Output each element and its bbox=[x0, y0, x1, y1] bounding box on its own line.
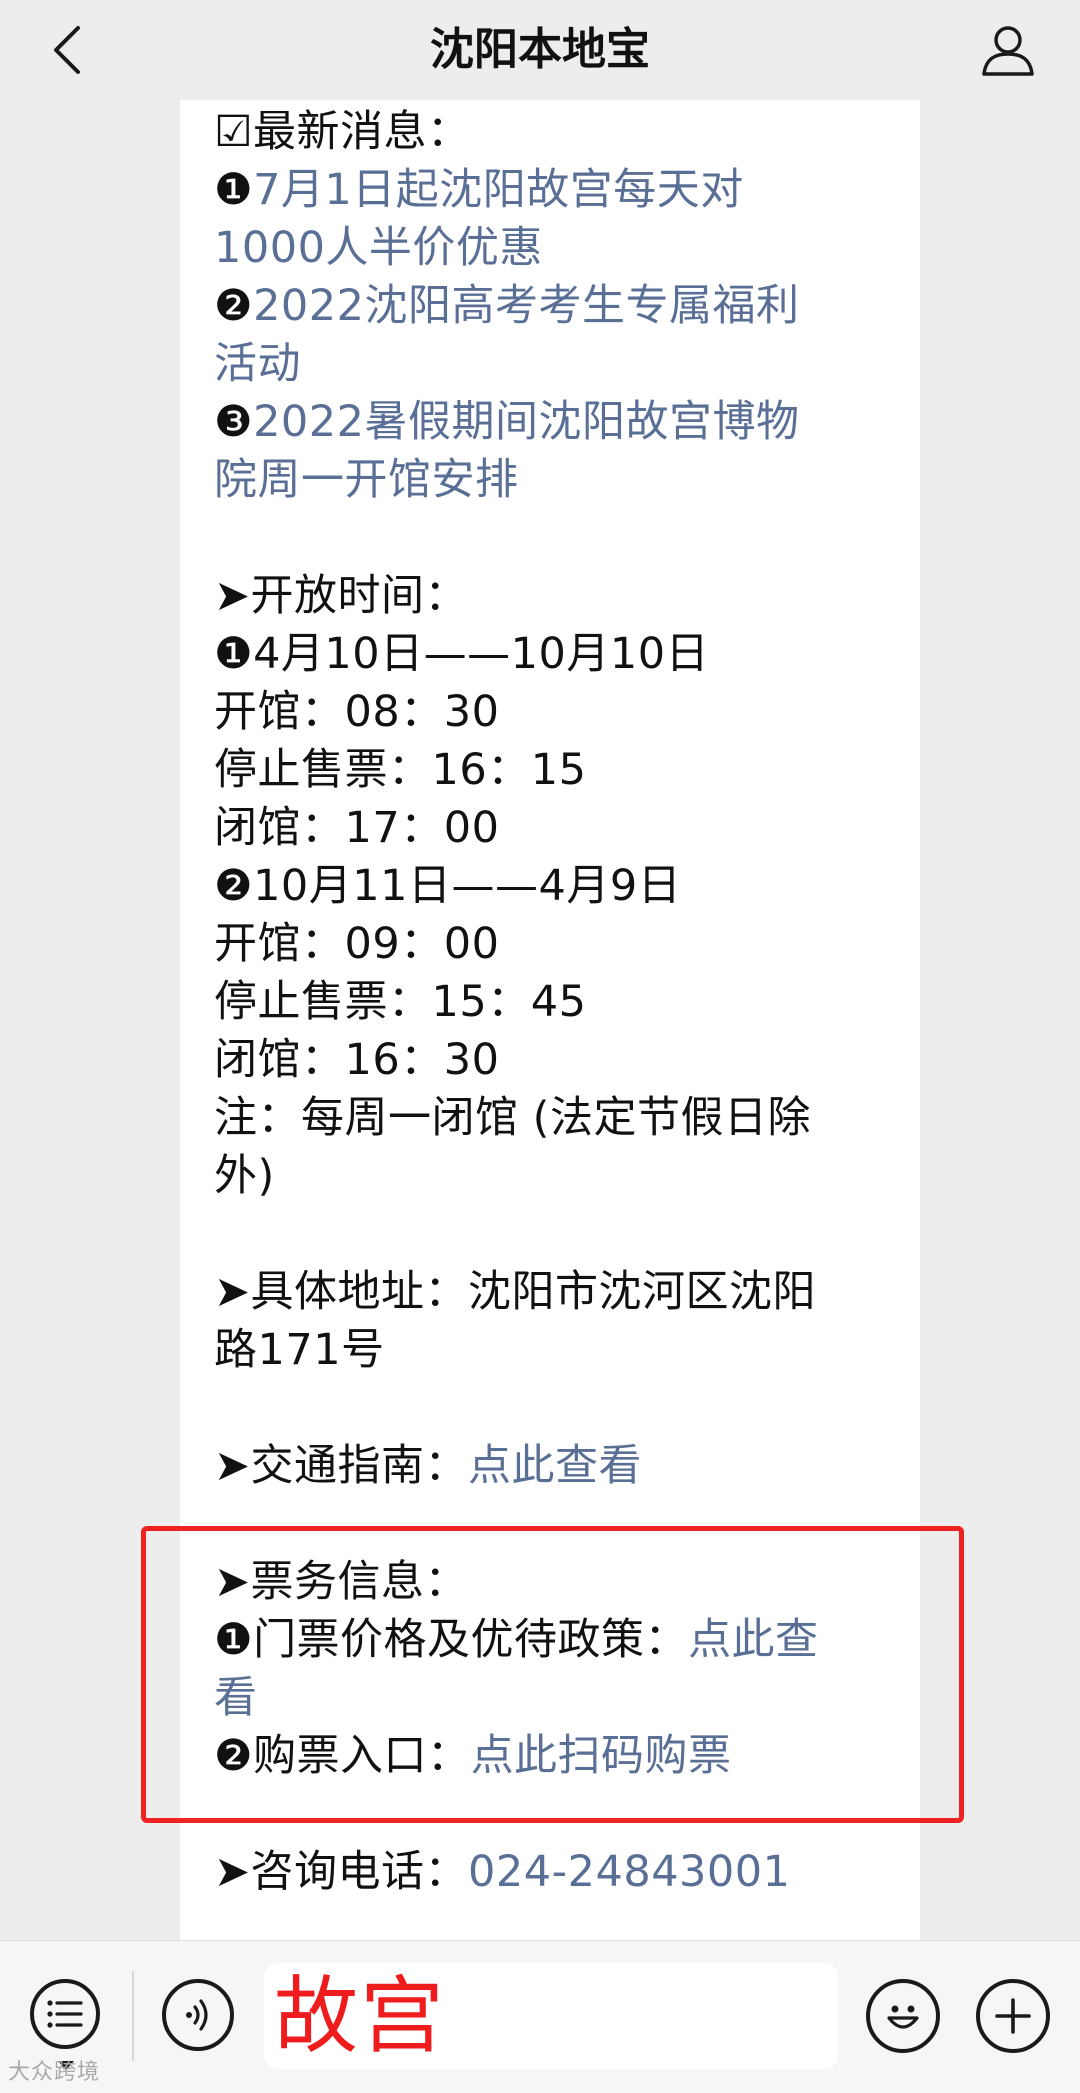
message-input[interactable]: 故宫 bbox=[264, 1963, 838, 2069]
season-1-range: ❶4月10日——10月10日 bbox=[214, 625, 914, 683]
traffic-line: ➤交通指南：点此查看 bbox=[214, 1437, 914, 1495]
season-2-range: ❷10月11日——4月9日 bbox=[214, 857, 914, 915]
smiley-icon bbox=[887, 2005, 919, 2029]
phone-link[interactable]: 024-24843001 bbox=[468, 1847, 790, 1897]
news-item-1[interactable]: ❶7月1日起沈阳故宫每天对 bbox=[214, 161, 914, 219]
news-item-marker: ❸ bbox=[214, 397, 254, 447]
traffic-label: ➤交通指南： bbox=[214, 1441, 469, 1491]
news-item-link-cont[interactable]: 院周一开馆安排 bbox=[214, 451, 914, 509]
season-1-close: 闭馆：17：00 bbox=[214, 803, 500, 853]
address-line-cont: 路171号 bbox=[214, 1325, 385, 1375]
traffic-link[interactable]: 点此查看 bbox=[468, 1441, 642, 1491]
season-2-stop-sale: 停止售票：15：45 bbox=[214, 977, 587, 1027]
news-item-link[interactable]: 2022沈阳高考考生专属福利 bbox=[253, 281, 799, 331]
person-icon bbox=[982, 26, 1034, 76]
message-input-value: 故宫 bbox=[274, 1967, 447, 2065]
hours-note: 注：每周一闭馆 (法定节假日除 bbox=[214, 1093, 811, 1143]
hours-heading: ➤开放时间： bbox=[214, 571, 469, 621]
profile-button[interactable] bbox=[972, 14, 1044, 86]
phone-line: ➤咨询电话：024-24843001 bbox=[214, 1843, 914, 1901]
news-item-marker: ❶ bbox=[214, 165, 254, 215]
season-1-open: 开馆：08：30 bbox=[214, 687, 500, 737]
season-marker: ❶ bbox=[214, 629, 254, 679]
voice-icon bbox=[186, 1999, 208, 2031]
more-actions-button[interactable] bbox=[976, 1979, 1050, 2053]
news-item-link-cont[interactable]: 活动 bbox=[214, 335, 914, 393]
news-item-link[interactable]: 7月1日起沈阳故宫每天对 bbox=[253, 165, 744, 215]
page-title: 沈阳本地宝 bbox=[430, 24, 650, 75]
season-range-text: 4月10日——10月10日 bbox=[253, 629, 710, 679]
season-2-open: 开馆：09：00 bbox=[214, 919, 500, 969]
emoji-button[interactable] bbox=[866, 1979, 940, 2053]
top-nav-bar: 沈阳本地宝 bbox=[0, 0, 1080, 100]
divider bbox=[132, 1971, 134, 2061]
ticket-info-highlight-box bbox=[141, 1526, 964, 1823]
news-item-marker: ❷ bbox=[214, 281, 254, 331]
hours-note-cont: 外) bbox=[214, 1151, 275, 1201]
news-heading: ☑最新消息： bbox=[214, 107, 471, 157]
phone-label: ➤咨询电话： bbox=[214, 1847, 469, 1897]
watermark: 大众跨境 bbox=[8, 2060, 101, 2085]
address-line: ➤具体地址：沈阳市沈河区沈阳 bbox=[214, 1267, 817, 1317]
news-item-2[interactable]: ❷2022沈阳高考考生专属福利 bbox=[214, 277, 914, 335]
menu-toggle-button[interactable] bbox=[30, 1979, 100, 2049]
season-2-close: 闭馆：16：30 bbox=[214, 1035, 500, 1085]
news-item-link-cont[interactable]: 1000人半价优惠 bbox=[214, 219, 914, 277]
list-menu-icon bbox=[47, 2000, 83, 2028]
news-item-link[interactable]: 2022暑假期间沈阳故宫博物 bbox=[253, 397, 799, 447]
plus-icon bbox=[995, 1998, 1031, 2034]
season-1-stop-sale: 停止售票：16：15 bbox=[214, 745, 587, 795]
voice-button[interactable] bbox=[162, 1979, 234, 2051]
news-item-3[interactable]: ❸2022暑假期间沈阳故宫博物 bbox=[214, 393, 914, 451]
season-range-text: 10月11日——4月9日 bbox=[253, 861, 682, 911]
bottom-input-bar: 故宫 bbox=[0, 1940, 1080, 2093]
season-marker: ❷ bbox=[214, 861, 254, 911]
